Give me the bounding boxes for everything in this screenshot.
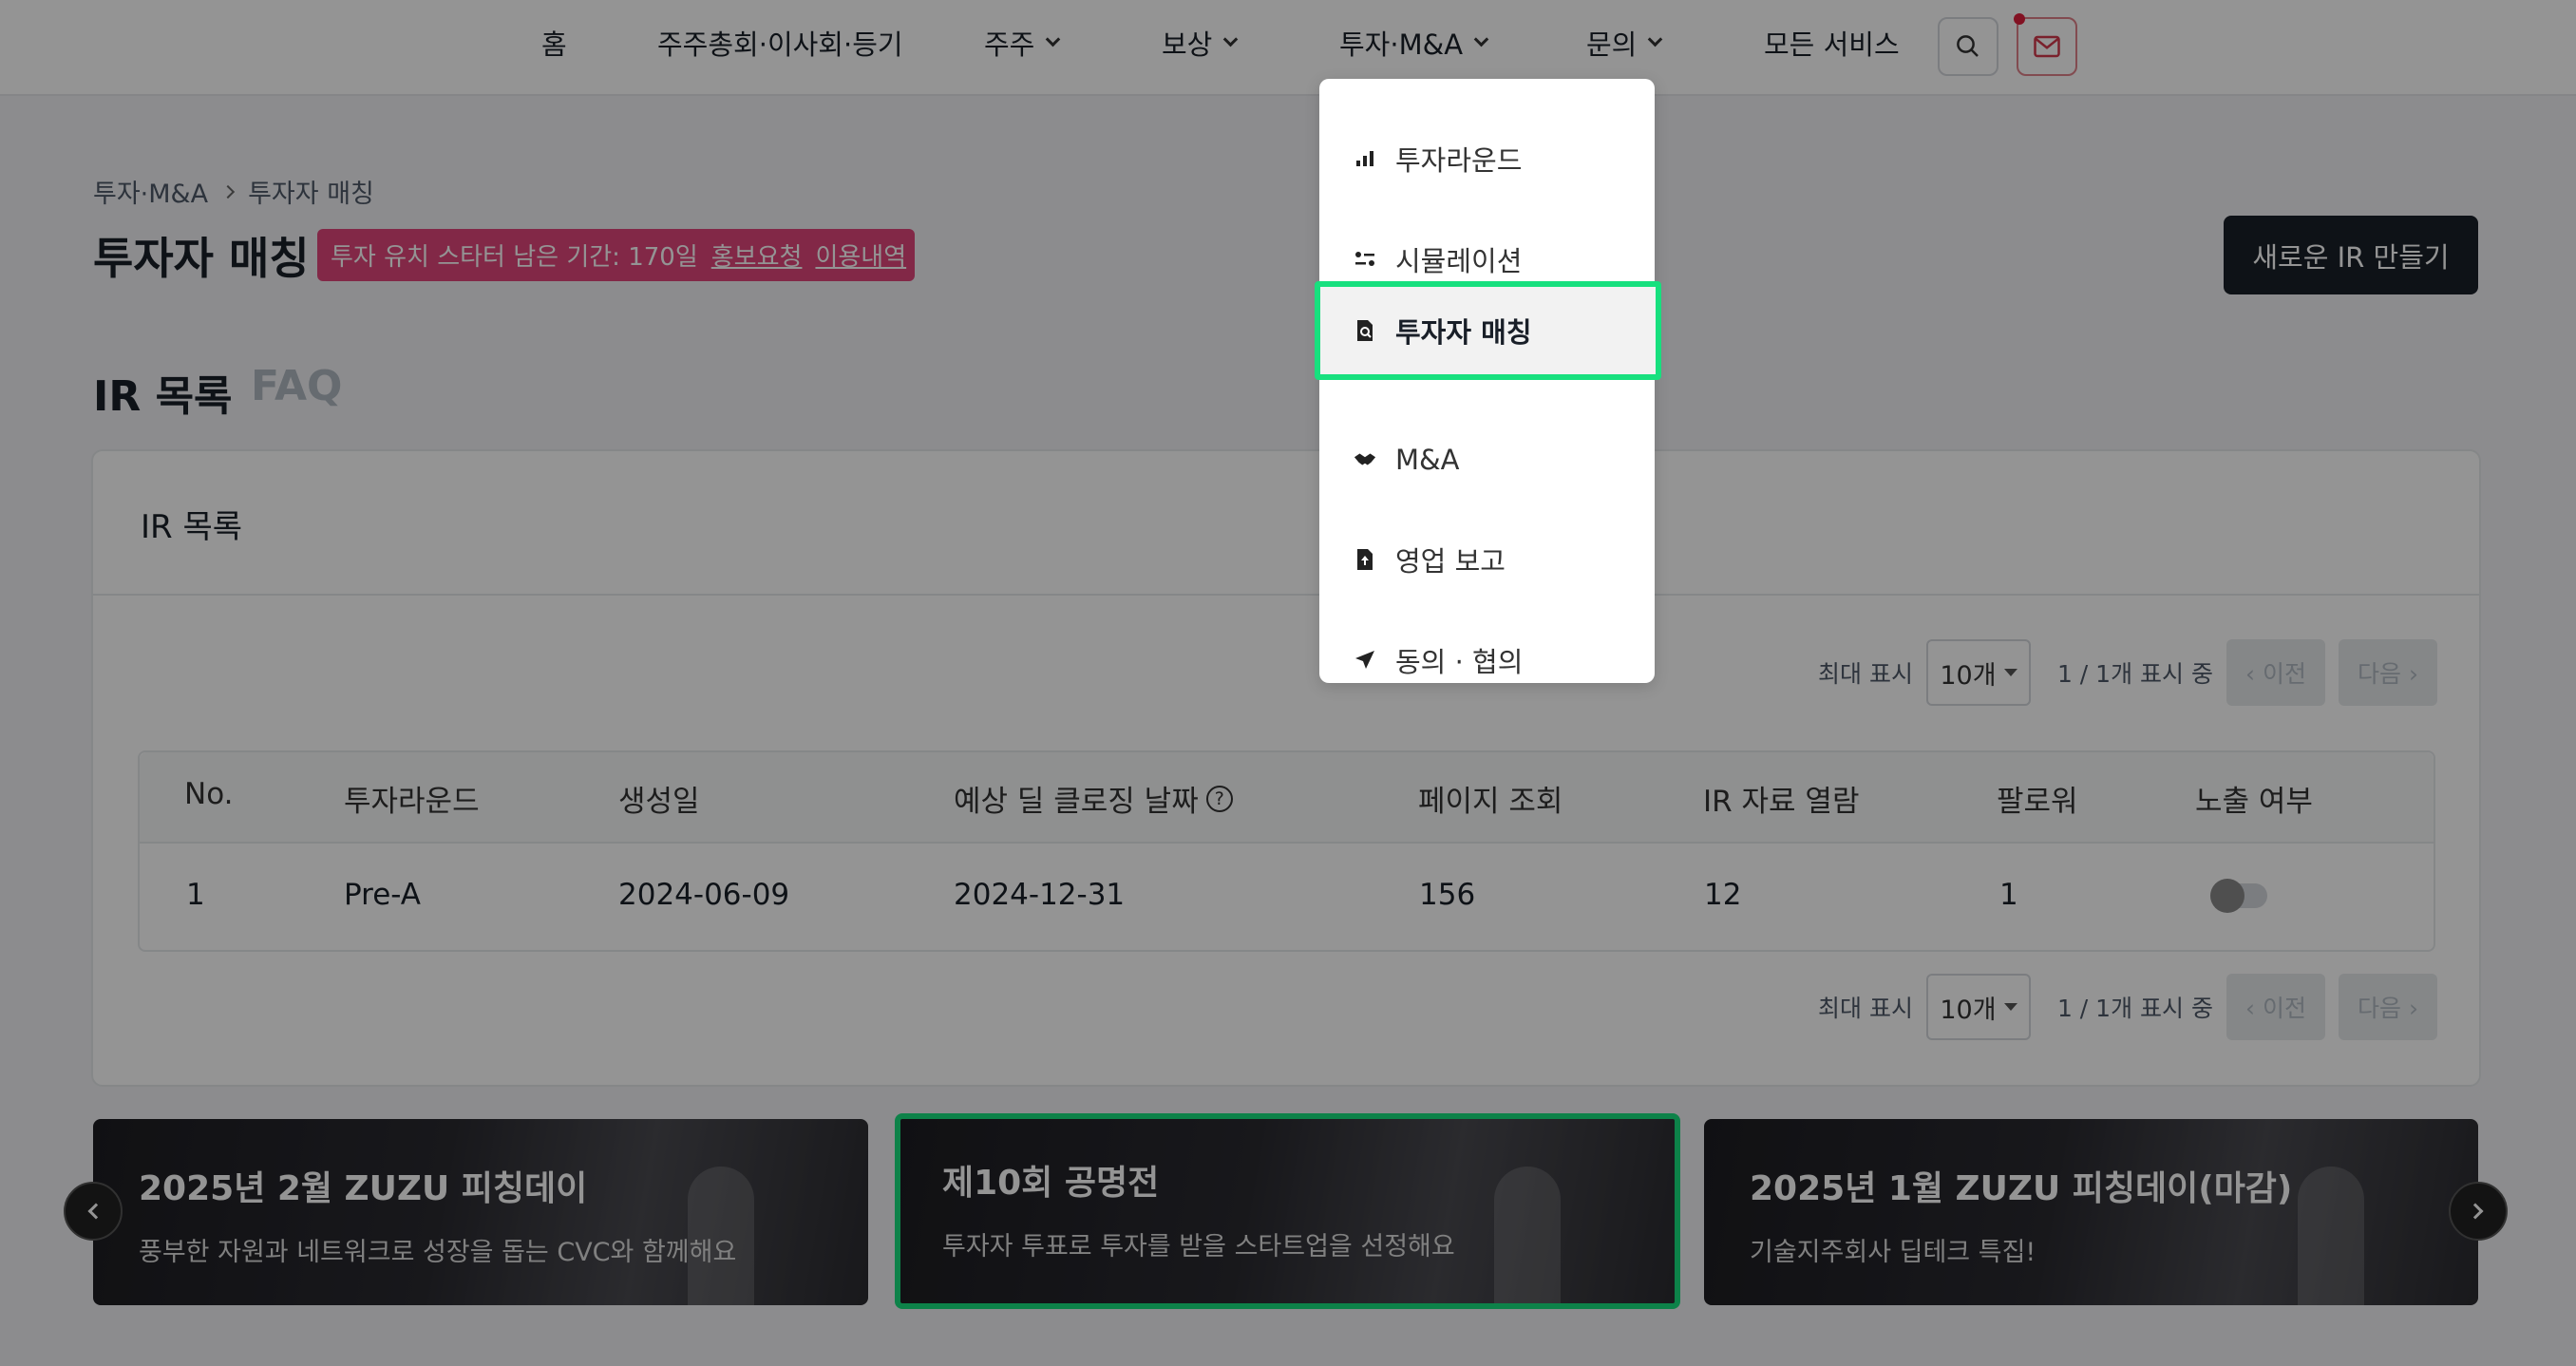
menu-item-label: 동의 · 협의 bbox=[1395, 646, 1524, 678]
document-search-icon bbox=[1354, 319, 1376, 342]
menu-item-label: 투자라운드 bbox=[1395, 144, 1523, 177]
sliders-icon bbox=[1354, 248, 1376, 271]
menu-item-ma[interactable]: M&A bbox=[1319, 410, 1655, 509]
menu-item-investor-matching[interactable]: 투자자 매칭 bbox=[1315, 281, 1661, 380]
menu-item-label: 시뮬레이션 bbox=[1395, 245, 1523, 277]
menu-item-investment-round[interactable]: 투자라운드 bbox=[1319, 109, 1655, 208]
handshake-icon bbox=[1354, 448, 1376, 471]
menu-item-label: 영업 보고 bbox=[1395, 545, 1506, 578]
investment-dropdown-menu: 투자라운드 시뮬레이션 투자자 매칭 M&A 영업 보고 동의 · 협의 bbox=[1315, 79, 1661, 683]
menu-item-consent[interactable]: 동의 · 협의 bbox=[1319, 611, 1655, 710]
menu-item-label: M&A bbox=[1395, 444, 1460, 476]
file-upload-icon bbox=[1354, 548, 1376, 571]
menu-item-label: 투자자 매칭 bbox=[1395, 316, 1532, 349]
bar-chart-icon bbox=[1354, 147, 1376, 170]
menu-item-sales-report[interactable]: 영업 보고 bbox=[1319, 510, 1655, 609]
send-icon bbox=[1354, 649, 1376, 672]
modal-overlay[interactable] bbox=[0, 0, 2576, 1366]
